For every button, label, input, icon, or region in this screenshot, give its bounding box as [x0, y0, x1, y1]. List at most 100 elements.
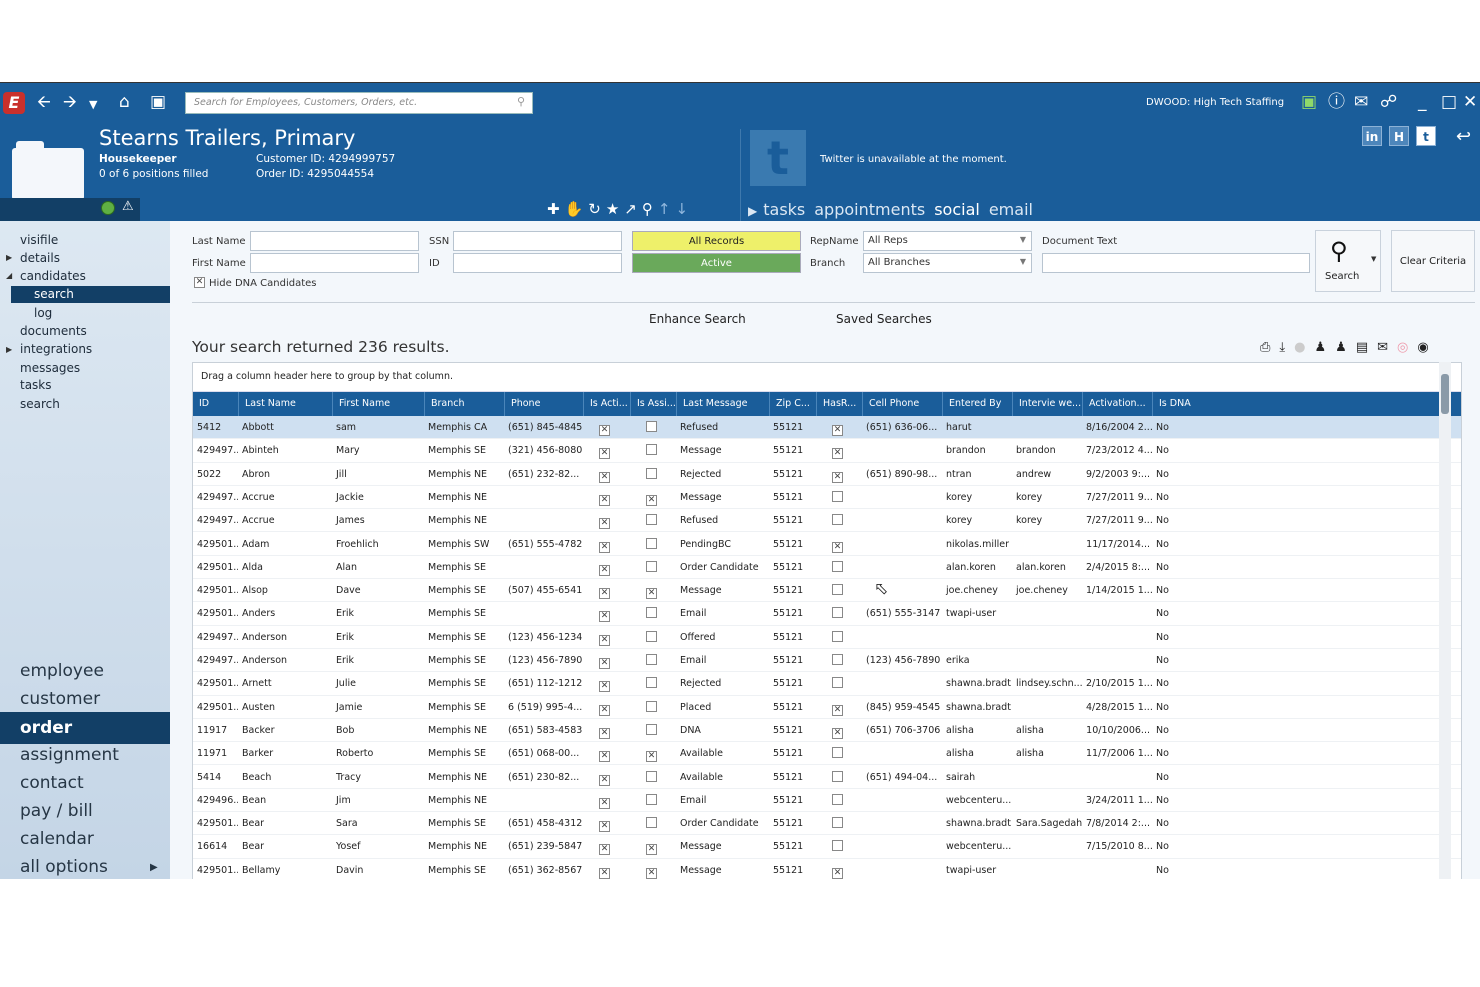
column-header[interactable]: Entered By	[942, 392, 1012, 416]
nav-pay-bill[interactable]: pay / bill	[20, 801, 93, 821]
table-row[interactable]: 429501... Bellamy Davin Memphis SE (651) 362…	[193, 859, 1461, 879]
hand-icon[interactable]: ✋	[565, 200, 589, 218]
up-arrow-icon[interactable]: ↑	[658, 200, 676, 218]
globe-icon[interactable]: ☍	[1380, 93, 1397, 111]
global-search-input[interactable]: Search for Employees, Customers, Orders,…	[185, 92, 533, 114]
tab-tasks[interactable]: tasks	[763, 200, 805, 219]
rss-icon[interactable]: ◎	[1397, 340, 1417, 355]
table-row[interactable]: 429497... Accrue James Memphis NE ✕ Refused 55…	[193, 509, 1461, 533]
nav-all-options[interactable]: all options	[20, 857, 108, 877]
nav-contact[interactable]: contact	[20, 773, 84, 793]
nav-assignment[interactable]: assignment	[20, 745, 119, 765]
sidebar-item-candidates[interactable]: candidates	[20, 269, 86, 283]
table-row[interactable]: 429497... Accrue Jackie Memphis NE ✕ ✕ Message…	[193, 486, 1461, 510]
back-arrow-icon[interactable]: 🡨	[37, 93, 51, 111]
column-header[interactable]: First Name	[332, 392, 424, 416]
play-icon[interactable]: ▶	[748, 204, 757, 218]
last-name-input[interactable]	[250, 231, 419, 251]
clear-criteria-button[interactable]: Clear Criteria	[1391, 230, 1475, 292]
save-icon[interactable]: ▣	[150, 93, 166, 111]
refresh-icon[interactable]: ↻	[588, 200, 606, 218]
linkedin-button[interactable]: in	[1362, 126, 1382, 146]
column-header[interactable]: Is DNA	[1152, 392, 1212, 416]
print-icon[interactable]: ⎙	[1260, 340, 1279, 355]
minimize-icon[interactable]: _	[1418, 93, 1427, 111]
sidebar-item-integrations[interactable]: integrations	[20, 342, 92, 356]
h-button[interactable]: H	[1389, 126, 1409, 146]
sidebar-item-visifile[interactable]: visifile	[20, 233, 58, 247]
first-name-input[interactable]	[250, 253, 419, 273]
star-icon[interactable]: ★	[606, 200, 624, 218]
table-row[interactable]: 429501... Bear Sara Memphis SE (651) 458-431…	[193, 812, 1461, 836]
chat-icon[interactable]: ✉	[1354, 93, 1368, 111]
table-row[interactable]: 5022 Abron Jill Memphis NE (651) 232-82... ✕ R…	[193, 463, 1461, 486]
table-row[interactable]: 5412 Abbott sam Memphis CA (651) 845-4845 ✕ Re…	[193, 416, 1461, 440]
column-header[interactable]: Intervie we...	[1012, 392, 1082, 416]
sidebar-item-log[interactable]: log	[34, 306, 52, 320]
nav-calendar[interactable]: calendar	[20, 829, 94, 849]
home-icon[interactable]: ⌂	[119, 93, 130, 111]
search-options-icon[interactable]: ▼	[1371, 255, 1376, 263]
table-row[interactable]: 429497... Anderson Erik Memphis SE (123) 456…	[193, 649, 1461, 673]
expand-icon[interactable]: ▶	[6, 345, 12, 354]
return-arrow-icon[interactable]: ↩	[1456, 126, 1471, 147]
zoom-icon[interactable]: ⚲	[642, 200, 658, 218]
history-dropdown-icon[interactable]: ▼	[89, 96, 97, 114]
repname-select[interactable]: All Reps ▼	[863, 231, 1032, 251]
column-header[interactable]: Branch	[424, 392, 504, 416]
forward-arrow-icon[interactable]: 🡪	[63, 93, 77, 111]
nav-employee[interactable]: employee	[20, 661, 104, 681]
enhance-search-link[interactable]: Enhance Search	[649, 312, 746, 326]
globe-icon[interactable]: ◉	[1417, 340, 1437, 355]
sidebar-item-details[interactable]: details	[20, 251, 60, 265]
table-row[interactable]: 429501... Alsop Dave Memphis SE (507) 455-65…	[193, 579, 1461, 603]
export-icon[interactable]: ⤓	[1279, 340, 1294, 355]
hide-dna-checkbox[interactable]: ✕	[194, 277, 205, 288]
external-link-icon[interactable]: ↗	[624, 200, 642, 218]
ssn-input[interactable]	[453, 231, 622, 251]
search-icon[interactable]: ⚲	[517, 95, 525, 108]
column-header[interactable]: Cell Phone	[862, 392, 942, 416]
vertical-scrollbar[interactable]	[1439, 362, 1451, 879]
table-row[interactable]: 16614 Bear Yosef Memphis NE (651) 239-5847 ✕ ✕…	[193, 835, 1461, 859]
column-header[interactable]: Last Message	[676, 392, 769, 416]
table-row[interactable]: 5414 Beach Tracy Memphis NE (651) 230-82... ✕…	[193, 766, 1461, 789]
document-icon[interactable]: ▤	[1356, 340, 1377, 355]
tab-social[interactable]: social	[934, 200, 980, 219]
column-header[interactable]: Last Name	[238, 392, 332, 416]
add-icon[interactable]: ✚	[547, 200, 565, 218]
add-folder-icon[interactable]: ▣	[1301, 93, 1317, 111]
blank-icon[interactable]: ●	[1294, 340, 1314, 355]
sidebar-item-documents[interactable]: documents	[20, 324, 87, 338]
help-icon[interactable]: ⓘ	[1328, 93, 1345, 111]
table-row[interactable]: 11917 Backer Bob Memphis NE (651) 583-4583 ✕ D…	[193, 719, 1461, 743]
warning-icon[interactable]: ⚠	[122, 199, 134, 214]
mail-icon[interactable]: ✉	[1377, 340, 1397, 355]
saved-searches-link[interactable]: Saved Searches	[836, 312, 932, 326]
down-arrow-icon[interactable]: ↓	[675, 200, 693, 218]
collapse-icon[interactable]: ◢	[6, 271, 12, 280]
group-by-area[interactable]: Drag a column header here to group by th…	[193, 363, 1461, 392]
table-row[interactable]: 11971 Barker Roberto Memphis SE (651) 068-00…	[193, 742, 1461, 766]
table-row[interactable]: 429497... Anderson Erik Memphis SE (123) 456…	[193, 626, 1461, 649]
app-logo[interactable]: E	[3, 92, 25, 114]
table-row[interactable]: 429501... Arnett Julie Memphis SE (651) 112-…	[193, 672, 1461, 696]
column-header[interactable]: Zip C...	[769, 392, 816, 416]
table-row[interactable]: 429501... Adam Froehlich Memphis SW (651) 55…	[193, 533, 1461, 556]
person-icon[interactable]: ♟	[1335, 340, 1356, 355]
column-header[interactable]: ID	[193, 392, 238, 416]
chevron-right-icon[interactable]: ▶	[150, 862, 158, 873]
close-icon[interactable]: ✕	[1463, 93, 1477, 111]
nav-customer[interactable]: customer	[20, 689, 100, 709]
sidebar-item-search[interactable]: search	[20, 397, 60, 411]
sidebar-item-search-selected[interactable]: search	[11, 286, 183, 303]
scrollbar-thumb[interactable]	[1441, 374, 1449, 414]
all-records-filter[interactable]: All Records	[632, 231, 801, 251]
table-row[interactable]: 429497... Abinteh Mary Memphis SE (321) 456-…	[193, 439, 1461, 463]
nav-order[interactable]: order	[0, 712, 184, 744]
column-header[interactable]: Is Acti...	[583, 392, 630, 416]
table-row[interactable]: 429501... Austen Jamie Memphis SE 6 (519) 99…	[193, 696, 1461, 719]
table-row[interactable]: 429496... Bean Jim Memphis NE ✕ Email 55121 web…	[193, 789, 1461, 813]
branch-select[interactable]: All Branches ▼	[863, 253, 1032, 273]
twitter-button[interactable]: t	[1416, 126, 1436, 146]
